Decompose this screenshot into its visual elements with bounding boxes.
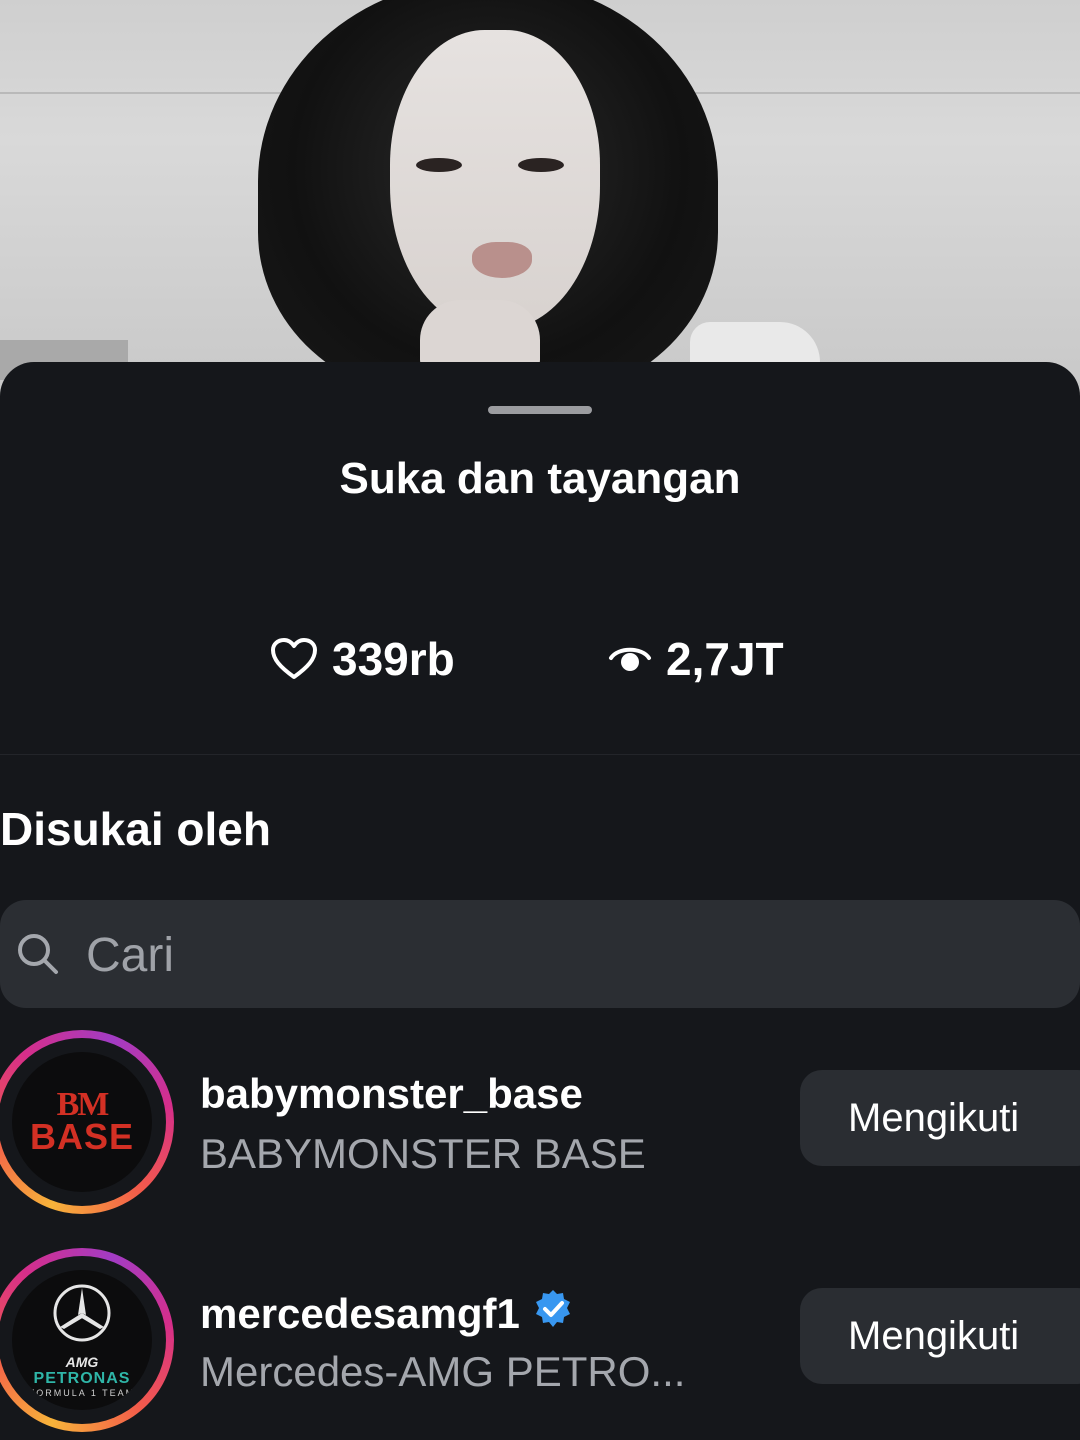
sheet-title: Suka dan tayangan <box>339 454 741 503</box>
video-preview[interactable] <box>0 0 1080 400</box>
search-bar[interactable] <box>0 900 1080 1008</box>
likes-stat: 339rb <box>270 632 455 686</box>
petronas-logo-text: PETRONAS <box>33 1369 131 1387</box>
username[interactable]: mercedesamgf1 <box>200 1288 574 1340</box>
section-divider <box>0 754 1080 755</box>
views-count: 2,7JT <box>666 633 784 685</box>
username-text[interactable]: mercedesamgf1 <box>200 1290 520 1338</box>
person-eye-left <box>416 158 462 172</box>
full-name: Mercedes-AMG PETRO... <box>200 1348 686 1395</box>
views-stat: 2,7JT <box>608 632 784 686</box>
amg-logo-text: AMG <box>65 1353 99 1370</box>
search-icon <box>16 932 60 981</box>
avatar: BM BASE <box>12 1052 152 1192</box>
babymonster-logo-text: BASE <box>29 1116 135 1157</box>
stats-row: 339rb 2,7JT <box>0 632 1080 702</box>
full-name: BABYMONSTER BASE <box>200 1130 646 1177</box>
person-face <box>390 30 600 330</box>
eye-icon <box>608 641 652 677</box>
avatar-story-ring[interactable]: BM BASE <box>0 1030 174 1214</box>
liked-by-title: Disukai oleh <box>0 803 271 855</box>
following-button[interactable]: Mengikuti <box>800 1070 1080 1166</box>
person-eye-right <box>518 158 564 172</box>
avatar-story-ring[interactable]: AMG PETRONAS FORMULA 1 TEAM <box>0 1248 174 1432</box>
username[interactable]: babymonster_base <box>200 1070 583 1118</box>
avatar: AMG PETRONAS FORMULA 1 TEAM <box>12 1270 152 1410</box>
mercedes-star-icon <box>52 1283 112 1348</box>
formula-team-logo-text: FORMULA 1 TEAM <box>28 1387 136 1398</box>
likes-count: 339rb <box>332 633 455 685</box>
sheet-drag-handle[interactable] <box>488 406 592 414</box>
following-button[interactable]: Mengikuti <box>800 1288 1080 1384</box>
person-mouth <box>472 242 532 278</box>
list-item[interactable]: BM BASE babymonster_base BABYMONSTER BAS… <box>0 1030 1080 1220</box>
verified-badge-icon <box>532 1288 574 1340</box>
heart-outline-icon <box>270 637 318 681</box>
likes-views-sheet: Suka dan tayangan 339rb 2,7JT Disukai ol… <box>0 362 1080 1440</box>
search-input[interactable] <box>84 918 988 992</box>
username-text[interactable]: babymonster_base <box>200 1070 583 1118</box>
list-item[interactable]: AMG PETRONAS FORMULA 1 TEAM mercedesamgf… <box>0 1248 1080 1438</box>
